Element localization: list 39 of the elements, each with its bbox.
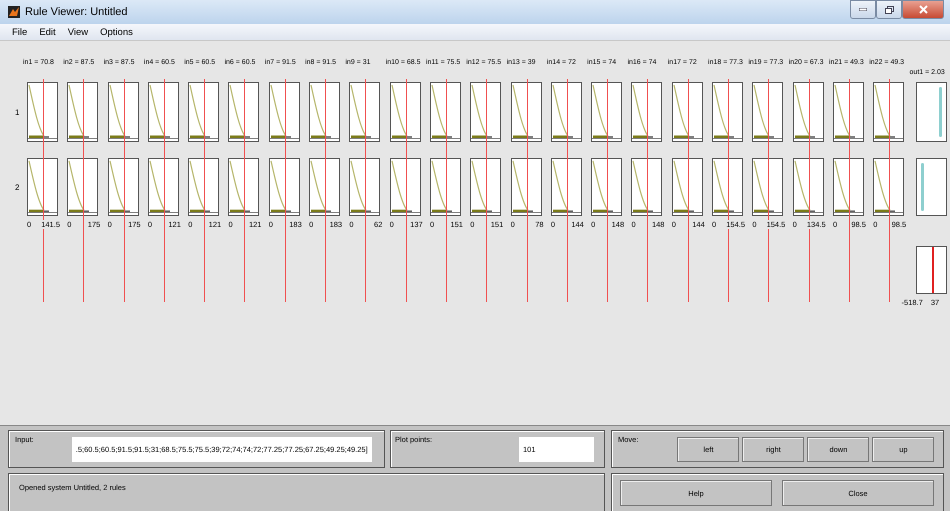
input-indicator-line[interactable] (164, 79, 165, 302)
window-title: Rule Viewer: Untitled (25, 6, 129, 18)
input-indicator-line[interactable] (688, 79, 689, 302)
output-indicator-line (932, 247, 934, 293)
app-logo-icon (8, 6, 20, 18)
minimize-icon (859, 8, 867, 11)
input-indicator-line[interactable] (244, 79, 246, 302)
output-bar (938, 87, 942, 137)
input-indicator-line[interactable] (607, 79, 608, 302)
close-window-button[interactable] (902, 0, 944, 19)
restore-icon (884, 6, 894, 14)
input-indicator-line[interactable] (406, 79, 407, 302)
input-indicator-line[interactable] (848, 79, 850, 302)
input-indicator-line[interactable] (889, 79, 890, 302)
close-icon (918, 5, 928, 14)
rule-number: 2 (15, 182, 20, 192)
input-indicator-line[interactable] (43, 79, 44, 302)
input-indicator-line[interactable] (486, 79, 488, 302)
input-indicator-line[interactable] (83, 79, 84, 302)
input-indicator-line[interactable] (808, 79, 810, 302)
output-bar (920, 163, 924, 211)
input-indicator-line[interactable] (647, 79, 648, 302)
input-indicator-line[interactable] (566, 79, 568, 302)
input-indicator-line[interactable] (124, 79, 125, 302)
input-indicator-line[interactable] (325, 79, 326, 302)
input-indicator-line[interactable] (728, 79, 730, 302)
restore-button[interactable] (876, 0, 902, 19)
input-indicator-line[interactable] (446, 79, 447, 302)
menu-item[interactable]: Edit (33, 26, 62, 38)
input-indicator-line[interactable] (526, 79, 528, 302)
rule-number: 1 (15, 108, 20, 116)
menu-item[interactable]: Options (94, 26, 139, 38)
menu-item[interactable]: View (62, 26, 94, 38)
menu-item[interactable]: File (6, 26, 34, 38)
input-indicator-line[interactable] (768, 79, 770, 302)
input-indicator-line[interactable] (365, 79, 366, 302)
minimize-button[interactable] (850, 0, 876, 19)
input-indicator-line[interactable] (284, 79, 286, 302)
input-indicator-line[interactable] (204, 79, 206, 302)
